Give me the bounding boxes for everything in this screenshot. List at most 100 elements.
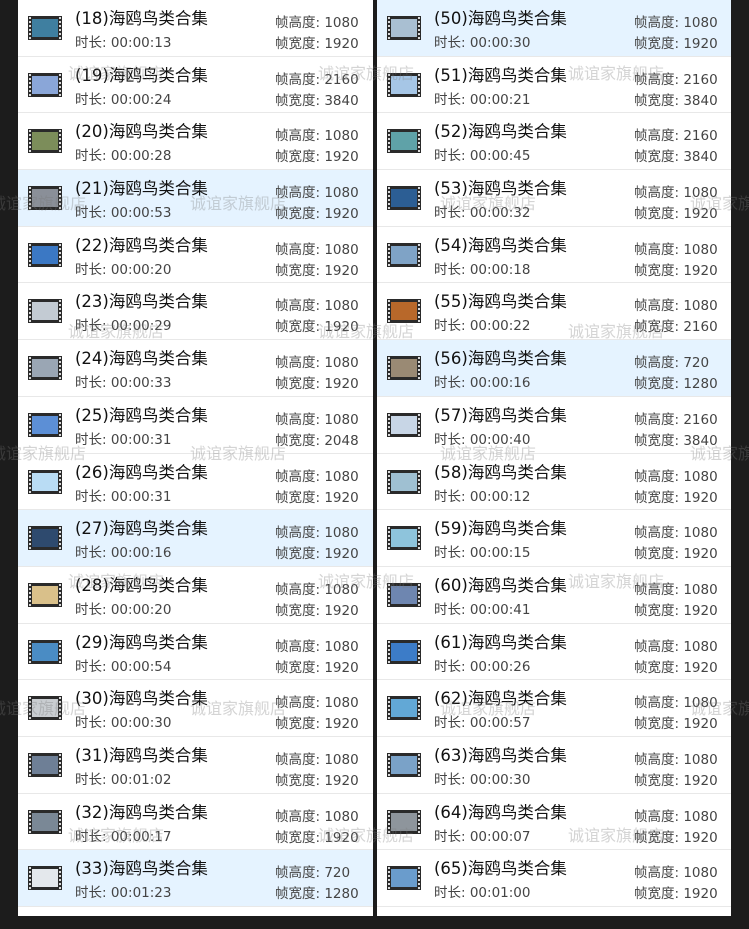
frame-width-value: 1920: [324, 489, 359, 506]
frame-height-label: 帧高度:: [634, 185, 684, 202]
video-thumbnail-icon: [28, 639, 62, 664]
frame-height-label: 帧高度:: [275, 15, 325, 31]
video-thumbnail-icon: [387, 242, 421, 267]
frame-height-text: 帧高度: 2160: [634, 68, 718, 88]
file-row[interactable]: (31)海鸥鸟类合集 时长: 00:01:02 帧高度: 1080 帧宽度: 1920: [18, 737, 373, 794]
frame-height-text: 帧高度: 1080: [634, 691, 718, 711]
file-row[interactable]: (63)海鸥鸟类合集 时长: 00:00:30 帧高度: 1080 帧宽度: 1920: [377, 737, 731, 794]
duration-label: 时长:: [75, 885, 111, 902]
file-row[interactable]: (20)海鸥鸟类合集 时长: 00:00:28 帧高度: 1080 帧宽度: 1920: [18, 113, 373, 171]
duration-label: 时长:: [75, 148, 111, 165]
file-row[interactable]: (18)海鸥鸟类合集 时长: 00:00:13 帧高度: 1080 帧宽度: 1920: [18, 0, 373, 57]
file-row[interactable]: (27)海鸥鸟类合集 时长: 00:00:16 帧高度: 1080 帧宽度: 1920: [18, 510, 373, 567]
thumbnail-image: [391, 642, 417, 661]
duration-label: 时长:: [75, 828, 111, 845]
file-name: (18)海鸥鸟类合集: [75, 9, 208, 28]
frame-height-value: 1080: [324, 355, 359, 372]
file-row[interactable]: (29)海鸥鸟类合集 时长: 00:00:54 帧高度: 1080 帧宽度: 1920: [18, 624, 373, 681]
frame-height-label: 帧高度:: [275, 808, 325, 825]
duration-value: 00:00:32: [469, 205, 531, 222]
file-row[interactable]: (53)海鸥鸟类合集 时长: 00:00:32 帧高度: 1080 帧宽度: 1920: [377, 170, 731, 227]
frame-height-text: 帧高度: 720: [275, 861, 350, 881]
bottom-strip: [0, 916, 749, 929]
file-row[interactable]: (28)海鸥鸟类合集 时长: 00:00:20 帧高度: 1080 帧宽度: 1920: [18, 567, 373, 624]
film-perforation-left: [388, 243, 390, 266]
file-row[interactable]: (26)海鸥鸟类合集 时长: 00:00:31 帧高度: 1080 帧宽度: 1920: [18, 454, 373, 511]
frame-width-value: 1920: [324, 716, 359, 733]
frame-height-value: 1080: [324, 525, 359, 542]
file-name: (54)海鸥鸟类合集: [434, 235, 567, 255]
file-name: (53)海鸥鸟类合集: [434, 179, 567, 199]
film-perforation-left: [29, 413, 31, 436]
duration-value: 00:00:31: [110, 431, 172, 448]
file-row[interactable]: (52)海鸥鸟类合集 时长: 00:00:45 帧高度: 2160 帧宽度: 3840: [377, 113, 731, 171]
file-row[interactable]: (59)海鸥鸟类合集 时长: 00:00:15 帧高度: 1080 帧宽度: 1920: [377, 510, 731, 567]
frame-width-text: 帧宽度: 3840: [634, 89, 718, 109]
file-row[interactable]: (21)海鸥鸟类合集 时长: 00:00:53 帧高度: 1080 帧宽度: 1920: [18, 170, 373, 227]
file-row[interactable]: (32)海鸥鸟类合集 时长: 00:00:17 帧高度: 1080 帧宽度: 1920: [18, 794, 373, 851]
file-row[interactable]: (51)海鸥鸟类合集 时长: 00:00:21 帧高度: 2160 帧宽度: 3840: [377, 57, 731, 114]
film-perforation-left: [388, 810, 390, 833]
file-row[interactable]: (23)海鸥鸟类合集 时长: 00:00:29 帧高度: 1080 帧宽度: 1920: [18, 283, 373, 341]
file-row[interactable]: (24)海鸥鸟类合集 时长: 00:00:33 帧高度: 1080 帧宽度: 1920: [18, 340, 373, 397]
file-row[interactable]: (64)海鸥鸟类合集 时长: 00:00:07 帧高度: 1080 帧宽度: 1920: [377, 794, 731, 851]
duration-value: 00:00:20: [110, 261, 172, 278]
frame-width-label: 帧宽度:: [275, 432, 325, 449]
frame-height-value: 1080: [683, 581, 718, 598]
frame-width-value: 1920: [324, 262, 359, 279]
frame-height-text: 帧高度: 2160: [275, 68, 359, 88]
film-perforation-right: [418, 243, 420, 266]
video-thumbnail-icon: [28, 809, 62, 834]
duration-text: 时长: 00:00:30: [434, 31, 530, 51]
thumbnail-image: [391, 585, 417, 604]
file-row[interactable]: (33)海鸥鸟类合集 时长: 00:01:23 帧高度: 720 帧宽度: 1280: [18, 850, 373, 907]
film-perforation-left: [388, 130, 390, 153]
duration-label: 时长:: [434, 771, 470, 788]
frame-height-label: 帧高度:: [634, 468, 684, 485]
duration-value: 00:00:20: [110, 601, 172, 618]
film-perforation-left: [29, 300, 31, 323]
frame-width-text: 帧宽度: 1920: [275, 712, 359, 732]
frame-height-label: 帧高度:: [275, 865, 325, 882]
film-perforation-left: [29, 470, 31, 493]
frame-width-text: 帧宽度: 3840: [634, 145, 718, 165]
frame-width-value: 1920: [324, 602, 359, 619]
file-row[interactable]: (57)海鸥鸟类合集 时长: 00:00:40 帧高度: 2160 帧宽度: 3840: [377, 397, 731, 454]
file-row[interactable]: (65)海鸥鸟类合集 时长: 00:01:00 帧高度: 1080 帧宽度: 1920: [377, 850, 731, 907]
frame-height-value: 1080: [683, 468, 718, 485]
file-row[interactable]: (55)海鸥鸟类合集 时长: 00:00:22 帧高度: 1080 帧宽度: 2160: [377, 283, 731, 341]
file-name: (20)海鸥鸟类合集: [75, 122, 208, 142]
frame-width-label: 帧宽度:: [275, 602, 325, 619]
frame-height-label: 帧高度:: [634, 128, 684, 145]
thumbnail-image: [32, 472, 58, 491]
frame-width-label: 帧宽度:: [634, 772, 684, 789]
file-row[interactable]: (22)海鸥鸟类合集 时长: 00:00:20 帧高度: 1080 帧宽度: 1920: [18, 227, 373, 284]
film-perforation-right: [418, 187, 420, 210]
duration-value: 00:00:53: [110, 205, 172, 222]
file-row[interactable]: (61)海鸥鸟类合集 时长: 00:00:26 帧高度: 1080 帧宽度: 1920: [377, 624, 731, 681]
film-perforation-right: [418, 130, 420, 153]
frame-width-text: 帧宽度: 1280: [275, 882, 359, 902]
file-row[interactable]: (25)海鸥鸟类合集 时长: 00:00:31 帧高度: 1080 帧宽度: 2048: [18, 397, 373, 454]
video-thumbnail-icon: [28, 526, 62, 551]
file-row[interactable]: (19)海鸥鸟类合集 时长: 00:00:24 帧高度: 2160 帧宽度: 3840: [18, 57, 373, 114]
file-row[interactable]: (58)海鸥鸟类合集 时长: 00:00:12 帧高度: 1080 帧宽度: 1920: [377, 454, 731, 511]
file-name: (59)海鸥鸟类合集: [434, 519, 567, 539]
file-row[interactable]: (56)海鸥鸟类合集 时长: 00:00:16 帧高度: 720 帧宽度: 1280: [377, 340, 731, 397]
file-row[interactable]: (54)海鸥鸟类合集 时长: 00:00:18 帧高度: 1080 帧宽度: 1920: [377, 227, 731, 284]
frame-height-text: 帧高度: 1080: [634, 294, 718, 314]
frame-width-label: 帧宽度:: [275, 376, 325, 393]
video-thumbnail-icon: [387, 412, 421, 437]
video-thumbnail-icon: [387, 16, 421, 40]
film-perforation-left: [29, 583, 31, 606]
film-perforation-right: [59, 243, 61, 266]
duration-text: 时长: 00:00:16: [75, 541, 171, 561]
file-row[interactable]: (30)海鸥鸟类合集 时长: 00:00:30 帧高度: 1080 帧宽度: 1920: [18, 680, 373, 737]
file-row[interactable]: (50)海鸥鸟类合集 时长: 00:00:30 帧高度: 1080 帧宽度: 1920: [377, 0, 731, 57]
frame-width-label: 帧宽度:: [634, 602, 684, 619]
file-row[interactable]: (60)海鸥鸟类合集 时长: 00:00:41 帧高度: 1080 帧宽度: 1920: [377, 567, 731, 624]
duration-text: 时长: 00:00:17: [75, 825, 171, 845]
file-row[interactable]: (62)海鸥鸟类合集 时长: 00:00:57 帧高度: 1080 帧宽度: 1920: [377, 680, 731, 737]
video-thumbnail-icon: [387, 356, 421, 381]
frame-height-text: 帧高度: 1080: [275, 465, 359, 485]
